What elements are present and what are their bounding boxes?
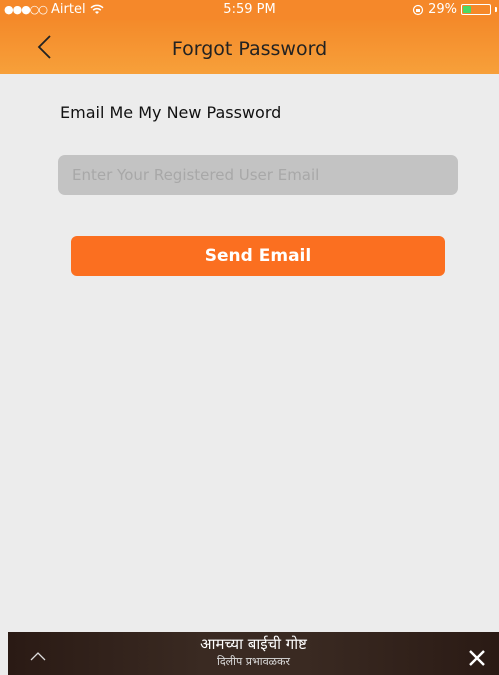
battery-tip (495, 7, 497, 12)
close-button[interactable] (467, 648, 487, 668)
now-playing-subtitle: दिलीप प्रभावळकर (216, 655, 290, 668)
battery-level-fill (463, 6, 471, 13)
status-bar: ●●●○○ Airtel 5:59 PM 29% (0, 0, 499, 20)
email-field[interactable] (58, 155, 458, 195)
form-label: Email Me My New Password (60, 103, 282, 122)
close-icon (469, 650, 485, 666)
status-right: 29% (412, 2, 497, 17)
now-playing-bar[interactable]: आमच्या बाईची गोष्ट दिलीप प्रभावळकर (8, 632, 499, 675)
send-email-button[interactable]: Send Email (71, 236, 445, 276)
nav-bar: Forgot Password (0, 20, 499, 74)
battery-percent: 29% (428, 2, 457, 17)
now-playing-title: आमच्या बाईची गोष्ट (200, 635, 307, 653)
page-title: Forgot Password (171, 38, 328, 60)
battery-icon (461, 4, 491, 15)
rotation-lock-icon (412, 4, 424, 15)
